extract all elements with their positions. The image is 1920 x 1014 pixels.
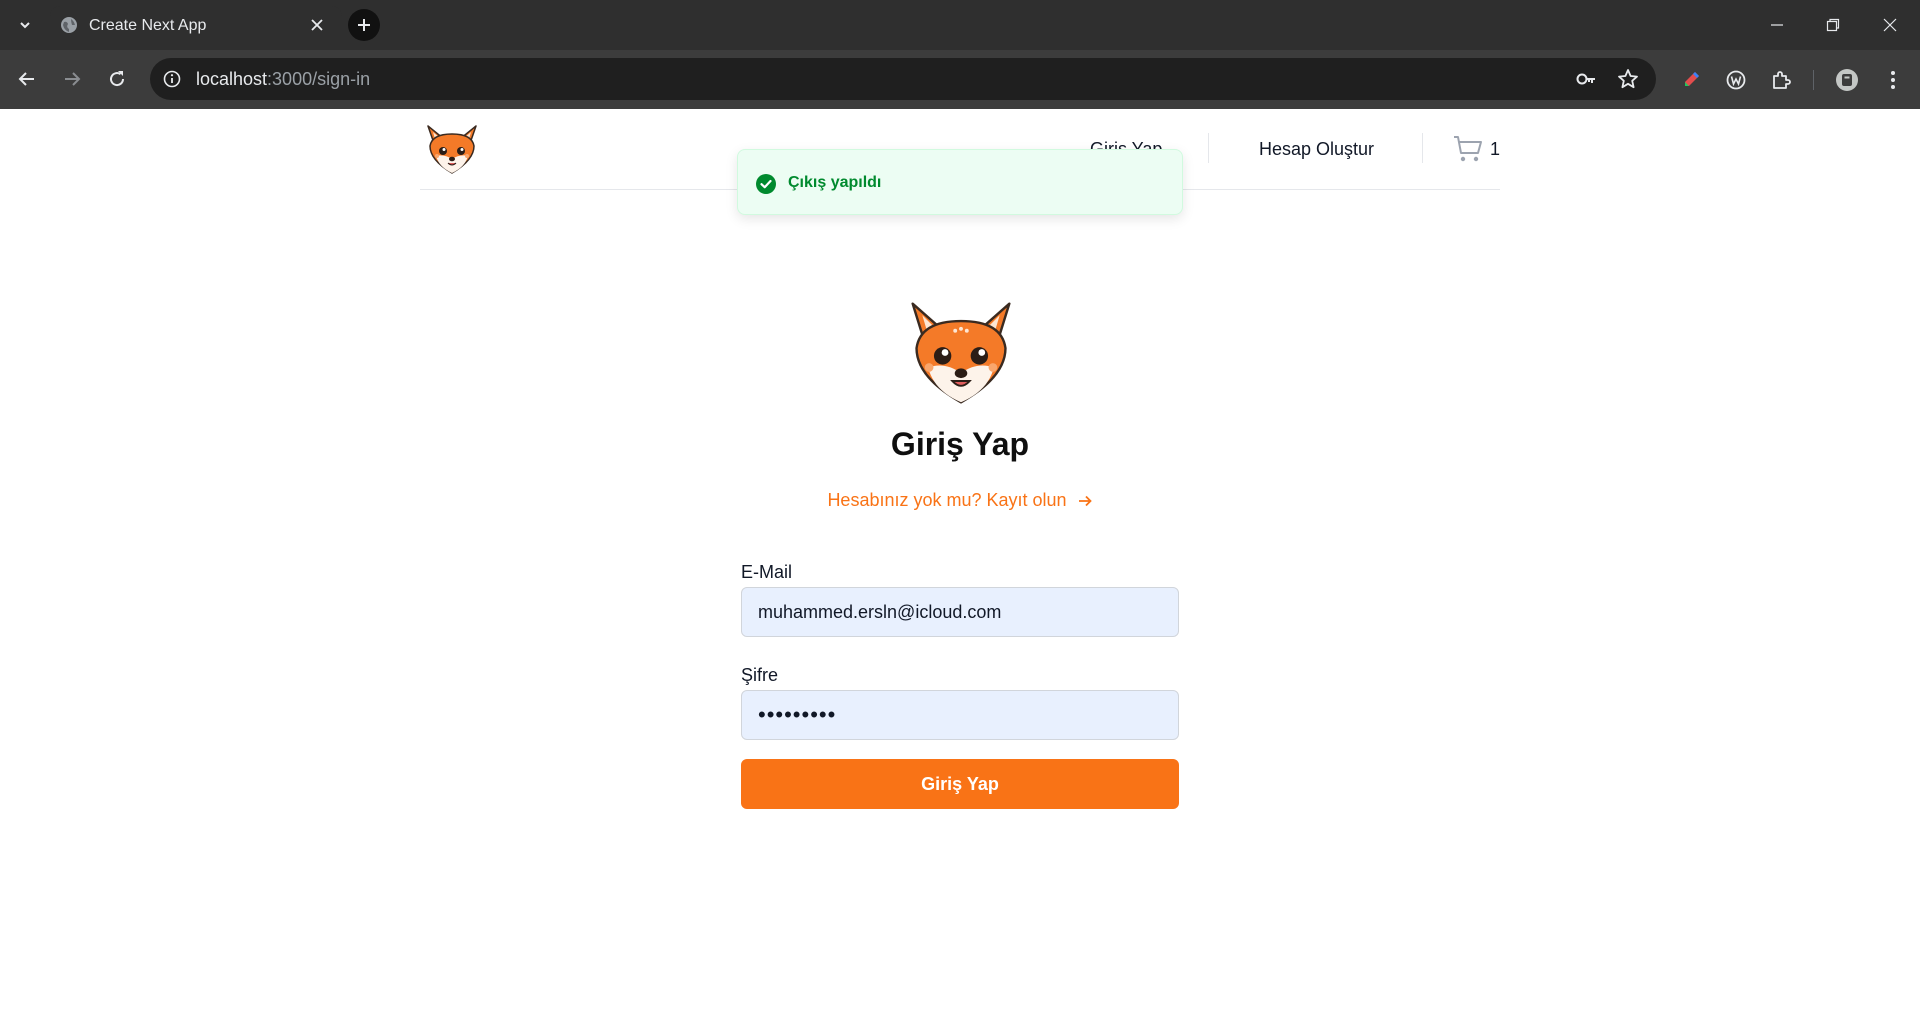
nav-divider	[1208, 133, 1209, 163]
tab-title: Create Next App	[89, 17, 207, 34]
more-vert-icon[interactable]	[1880, 67, 1906, 93]
w-extension-icon[interactable]	[1723, 67, 1749, 93]
pen-extension-icon[interactable]	[1678, 67, 1704, 93]
restore-icon[interactable]	[1820, 12, 1846, 38]
browser-tab-strip: Create Next App	[0, 0, 1920, 50]
cart-button[interactable]: 1	[1452, 133, 1500, 165]
tab-search-chevron-down-icon[interactable]	[12, 12, 38, 38]
new-tab-plus-icon[interactable]	[348, 9, 380, 41]
cart-count: 1	[1490, 139, 1501, 159]
nav-divider	[1422, 133, 1423, 163]
reload-icon[interactable]	[104, 66, 130, 92]
page-title: Giriş Yap	[890, 426, 1030, 462]
forward-arrow-icon[interactable]	[59, 66, 85, 92]
url-host: localhost	[196, 69, 268, 89]
password-field[interactable]	[741, 690, 1179, 740]
minimize-icon[interactable]	[1764, 12, 1790, 38]
star-icon[interactable]	[1616, 67, 1640, 91]
cart-icon	[1454, 136, 1482, 162]
nav-register-link[interactable]: Hesap Oluştur	[1259, 139, 1374, 160]
browser-toolbar: localhost:3000/sign-in	[0, 50, 1920, 109]
email-label: E-Mail	[741, 562, 793, 582]
url-text: localhost:3000/sign-in	[196, 69, 370, 90]
browser-tab[interactable]: Create Next App	[50, 6, 342, 50]
password-label: Şifre	[741, 665, 779, 685]
globe-icon	[61, 17, 77, 33]
url-path: :3000/sign-in	[267, 69, 371, 89]
fox-mascot-icon	[911, 302, 1011, 404]
check-circle-icon	[756, 174, 776, 194]
site-info-icon[interactable]	[160, 67, 184, 91]
toast-notification: Çıkış yapıldı	[737, 149, 1183, 215]
toast-message: Çıkış yapıldı	[788, 174, 882, 191]
login-submit-button[interactable]: Giriş Yap	[741, 759, 1179, 809]
puzzle-icon[interactable]	[1768, 67, 1794, 93]
address-bar[interactable]: localhost:3000/sign-in	[150, 58, 1656, 100]
close-icon[interactable]	[306, 14, 328, 36]
email-field[interactable]	[741, 587, 1179, 637]
key-icon[interactable]	[1574, 67, 1598, 91]
close-window-icon[interactable]	[1877, 12, 1903, 38]
back-arrow-icon[interactable]	[14, 66, 40, 92]
arrow-right-icon	[1078, 495, 1092, 506]
fox-logo-icon[interactable]	[422, 119, 482, 179]
signup-link-text: Hesabınız yok mu? Kayıt olun	[827, 490, 1067, 510]
profile-icon[interactable]	[1834, 67, 1860, 93]
signup-link[interactable]: Hesabınız yok mu? Kayıt olun	[760, 490, 1160, 511]
toolbar-divider	[1813, 70, 1814, 90]
